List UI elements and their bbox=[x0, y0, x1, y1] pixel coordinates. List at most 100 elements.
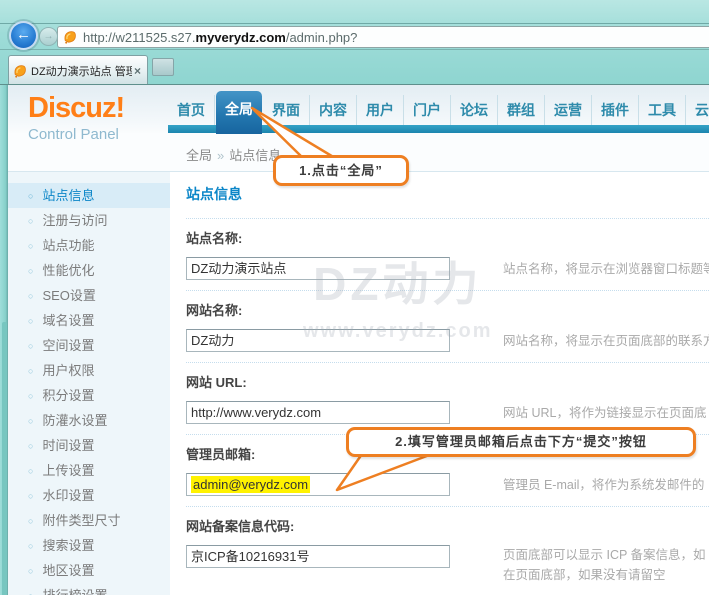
sidebar-item-label: 积分设置 bbox=[42, 388, 94, 403]
sidebar-item-label: 性能优化 bbox=[42, 263, 94, 278]
sidebar-item-site-features[interactable]: ○站点功能 bbox=[8, 233, 170, 258]
sidebar-item-ranking[interactable]: ○ 排行榜设置 bbox=[8, 583, 170, 595]
logo-subtitle: Control Panel bbox=[28, 126, 124, 143]
field-label: 网站备案信息代码: bbox=[186, 516, 709, 535]
bullet-icon: ○ bbox=[28, 566, 33, 576]
bullet-icon: ○ bbox=[28, 316, 33, 326]
input-value: 京ICP备10216931号 bbox=[191, 549, 310, 564]
sidebar-item-site-info[interactable]: ○站点信息 bbox=[8, 183, 170, 208]
site-name-input[interactable]: DZ动力演示站点 bbox=[186, 257, 450, 280]
breadcrumb-parent[interactable]: 全局 bbox=[186, 148, 212, 163]
input-value: DZ动力演示站点 bbox=[191, 261, 286, 276]
browser-forward-button[interactable]: → bbox=[39, 27, 58, 46]
nav-item-cloud[interactable]: 云平台 bbox=[686, 95, 709, 125]
top-nav: 首页 全局 界面 内容 用户 门户 论坛 群组 运营 插件 工具 云平台 站长 bbox=[168, 95, 709, 125]
sidebar-item-anti-spam[interactable]: ○ 防灌水设置 bbox=[8, 408, 170, 433]
field-help: 站点名称，将显示在浏览器窗口标题等 bbox=[503, 259, 709, 279]
bullet-icon: ○ bbox=[28, 291, 33, 301]
browser-tab-row: DZ动力演示站点 管理中心 ... × bbox=[0, 50, 709, 85]
input-value: http://www.verydz.com bbox=[191, 405, 321, 420]
field-help-line2: 在页面底部，如果没有请留空 bbox=[503, 565, 706, 585]
sidebar-item-label: 搜索设置 bbox=[42, 538, 94, 553]
tab-close-icon[interactable]: × bbox=[132, 64, 143, 78]
breadcrumb-separator: » bbox=[217, 148, 224, 163]
nav-item-portal[interactable]: 门户 bbox=[404, 95, 451, 125]
sidebar-item-upload[interactable]: ○上传设置 bbox=[8, 458, 170, 483]
main-content: 站点信息 站点名称: DZ动力演示站点 站点名称，将显示在浏览器窗口标题等 网站… bbox=[170, 172, 709, 595]
page-title: 站点信息 bbox=[186, 184, 709, 219]
sidebar-item-seo[interactable]: ○SEO设置 bbox=[8, 283, 170, 308]
nav-item-ui[interactable]: 界面 bbox=[263, 95, 310, 125]
url-domain: myverydz.com bbox=[196, 30, 286, 45]
nav-item-user[interactable]: 用户 bbox=[357, 95, 404, 125]
discuz-favicon-icon bbox=[63, 30, 77, 44]
bullet-icon: ○ bbox=[28, 391, 33, 401]
field-help: 网站 URL，将作为链接显示在页面底 bbox=[503, 403, 706, 423]
website-url-input[interactable]: http://www.verydz.com bbox=[186, 401, 450, 424]
sidebar-item-label: 地区设置 bbox=[42, 563, 94, 578]
admin-email-input[interactable]: admin@verydz.com bbox=[186, 473, 450, 496]
sidebar-item-watermark[interactable]: ○水印设置 bbox=[8, 483, 170, 508]
field-help: 管理员 E-mail，将作为系统发邮件的 bbox=[503, 475, 704, 495]
sidebar-item-space[interactable]: ○ 空间设置 bbox=[8, 333, 170, 358]
logo-text: Discuz! bbox=[28, 92, 124, 125]
nav-item-group[interactable]: 群组 bbox=[498, 95, 545, 125]
window-left-border bbox=[0, 85, 8, 595]
sidebar-item-search[interactable]: ○ 搜索设置 bbox=[8, 533, 170, 558]
browser-back-button[interactable]: ← bbox=[9, 21, 38, 50]
sidebar-item-label: 用户权限 bbox=[42, 363, 94, 378]
discuz-logo: Discuz! Control Panel bbox=[28, 92, 124, 143]
field-row-icp-code: 网站备案信息代码: 京ICP备10216931号 页面底部可以显示 ICP 备案… bbox=[186, 507, 709, 595]
sidebar-item-label: 时间设置 bbox=[42, 438, 94, 453]
bullet-icon: ○ bbox=[28, 216, 33, 226]
nav-item-tools[interactable]: 工具 bbox=[639, 95, 686, 125]
icp-code-input[interactable]: 京ICP备10216931号 bbox=[186, 545, 450, 568]
field-row-site-name: 站点名称: DZ动力演示站点 站点名称，将显示在浏览器窗口标题等 bbox=[186, 219, 709, 291]
sidebar-item-label: 站点功能 bbox=[42, 238, 94, 253]
url-prefix: http://w211525.s27. bbox=[83, 30, 196, 45]
sidebar-item-label: 排行榜设置 bbox=[42, 588, 107, 595]
sidebar-item-domain[interactable]: ○ 域名设置 bbox=[8, 308, 170, 333]
bullet-icon: ○ bbox=[28, 341, 33, 351]
website-name-input[interactable]: DZ动力 bbox=[186, 329, 450, 352]
sidebar-item-time[interactable]: ○时间设置 bbox=[8, 433, 170, 458]
browser-chrome: ← → http://w211525.s27.myverydz.com/admi… bbox=[0, 0, 709, 85]
window-left-border-shade bbox=[2, 322, 7, 595]
nav-item-forum[interactable]: 论坛 bbox=[451, 95, 498, 125]
nav-item-home[interactable]: 首页 bbox=[168, 95, 215, 125]
sidebar-item-region[interactable]: ○ 地区设置 bbox=[8, 558, 170, 583]
bullet-icon: ○ bbox=[28, 591, 33, 595]
sidebar-item-label: 防灌水设置 bbox=[42, 413, 107, 428]
sidebar-item-performance[interactable]: ○ 性能优化 bbox=[8, 258, 170, 283]
sidebar-item-label: 上传设置 bbox=[42, 463, 94, 478]
sidebar-item-label: 注册与访问 bbox=[42, 213, 107, 228]
field-label: 网站 URL: bbox=[186, 372, 709, 391]
bullet-icon: ○ bbox=[28, 491, 33, 501]
breadcrumb: 全局»站点信息 bbox=[186, 145, 281, 164]
bullet-icon: ○ bbox=[28, 366, 33, 376]
field-label: 站点名称: bbox=[186, 228, 709, 247]
input-value: DZ动力 bbox=[191, 333, 234, 348]
new-tab-stub[interactable] bbox=[152, 58, 174, 76]
nav-item-global-active[interactable]: 全局 bbox=[216, 91, 262, 134]
field-help: 网站名称，将显示在页面底部的联系方 bbox=[503, 331, 709, 351]
callout-step2: 2.填写管理员邮箱后点击下方“提交”按钮 bbox=[346, 427, 696, 457]
sidebar-item-attachment-type[interactable]: ○附件类型尺寸 bbox=[8, 508, 170, 533]
nav-item-ops[interactable]: 运营 bbox=[545, 95, 592, 125]
browser-tab[interactable]: DZ动力演示站点 管理中心 ... × bbox=[8, 55, 148, 85]
bullet-icon: ○ bbox=[28, 266, 33, 276]
nav-item-content[interactable]: 内容 bbox=[310, 95, 357, 125]
sidebar-item-register-access[interactable]: ○ 注册与访问 bbox=[8, 208, 170, 233]
sidebar-item-label: 站点信息 bbox=[42, 188, 94, 203]
sidebar-item-user-permission[interactable]: ○ 用户权限 bbox=[8, 358, 170, 383]
sidebar-item-label: 域名设置 bbox=[42, 313, 94, 328]
bullet-icon: ○ bbox=[28, 541, 33, 551]
sidebar-item-credits[interactable]: ○ 积分设置 bbox=[8, 383, 170, 408]
bullet-icon: ○ bbox=[28, 416, 33, 426]
field-label: 网站名称: bbox=[186, 300, 709, 319]
sidebar-item-label: 空间设置 bbox=[42, 338, 94, 353]
bullet-icon: ○ bbox=[28, 516, 33, 526]
url-text: http://w211525.s27.myverydz.com/admin.ph… bbox=[83, 30, 357, 45]
nav-item-plugin[interactable]: 插件 bbox=[592, 95, 639, 125]
address-bar[interactable]: http://w211525.s27.myverydz.com/admin.ph… bbox=[57, 26, 709, 48]
